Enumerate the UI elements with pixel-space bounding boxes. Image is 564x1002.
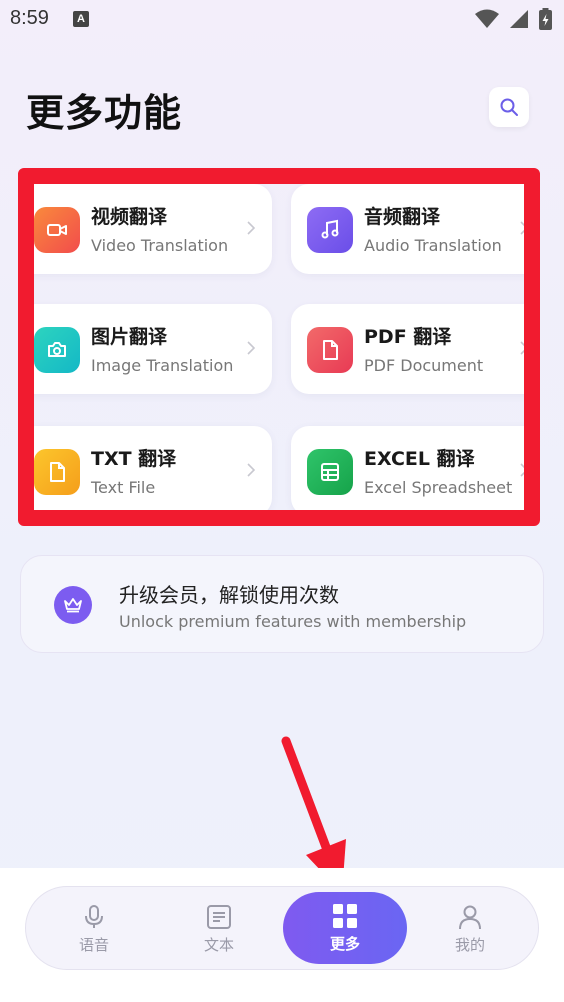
video-camera-icon <box>47 224 67 236</box>
microphone-icon <box>85 904 103 928</box>
feature-grid: 视频翻译 Video Translation 音频翻译 Audio Transl… <box>34 184 524 510</box>
music-note-icon <box>321 219 339 239</box>
nav-item-voice[interactable]: 语音 <box>44 887 144 971</box>
annotation-highlight-box: 视频翻译 Video Translation 音频翻译 Audio Transl… <box>18 168 540 526</box>
feature-icon-bg <box>34 449 80 495</box>
feature-icon-bg <box>34 207 80 253</box>
membership-subtitle: Unlock premium features with membership <box>119 612 467 631</box>
feature-card-image[interactable]: 图片翻译 Image Translation <box>34 304 272 394</box>
feature-subtitle: Audio Translation <box>364 236 502 255</box>
status-bar: 8:59 A <box>0 0 564 40</box>
status-notification-icon: A <box>73 11 89 27</box>
feature-title: TXT 翻译 <box>91 448 177 470</box>
profile-icon <box>459 905 481 929</box>
search-icon <box>500 98 518 116</box>
nav-label: 更多 <box>329 934 360 953</box>
feature-title: 视频翻译 <box>91 206 168 228</box>
page-title: 更多功能 <box>26 91 183 135</box>
membership-upgrade-card[interactable]: 升级会员，解锁使用次数 Unlock premium features with… <box>20 555 544 653</box>
feature-card-pdf[interactable]: PDF 翻译 PDF Document <box>291 304 524 394</box>
battery-icon <box>539 8 552 30</box>
feature-subtitle: Image Translation <box>91 356 234 375</box>
membership-icon-bg <box>54 586 92 624</box>
feature-icon-bg <box>34 327 80 373</box>
search-button[interactable] <box>489 87 529 127</box>
feature-card-txt[interactable]: TXT 翻译 Text File <box>34 426 272 510</box>
nav-item-more[interactable]: 更多 <box>283 892 407 964</box>
grid-icon <box>333 903 357 928</box>
status-time: 8:59 <box>10 7 49 29</box>
nav-label: 文本 <box>203 935 234 954</box>
nav-item-profile[interactable]: 我的 <box>420 887 520 971</box>
feature-title: PDF 翻译 <box>364 326 452 348</box>
feature-title: 图片翻译 <box>91 326 168 348</box>
feature-subtitle: Video Translation <box>91 236 229 255</box>
feature-card-video[interactable]: 视频翻译 Video Translation <box>34 184 272 274</box>
feature-icon-bg <box>307 207 353 253</box>
chevron-right-icon <box>247 463 256 477</box>
signal-icon <box>510 10 528 28</box>
status-icons <box>475 8 552 30</box>
feature-icon-bg <box>307 327 353 373</box>
text-document-icon <box>207 904 231 929</box>
feature-card-audio[interactable]: 音频翻译 Audio Translation <box>291 184 524 274</box>
feature-subtitle: Text File <box>91 478 156 497</box>
feature-title: 音频翻译 <box>364 206 441 228</box>
feature-subtitle: PDF Document <box>364 356 484 375</box>
camera-icon <box>48 342 66 357</box>
chevron-right-icon <box>247 341 256 355</box>
chevron-right-icon <box>520 221 524 235</box>
nav-item-text[interactable]: 文本 <box>169 887 269 971</box>
feature-icon-bg <box>307 449 353 495</box>
feature-subtitle: Excel Spreadsheet <box>364 478 513 497</box>
nav-label: 语音 <box>78 935 109 954</box>
feature-title: EXCEL 翻译 <box>364 448 475 470</box>
chevron-right-icon <box>520 463 524 477</box>
feature-card-excel[interactable]: EXCEL 翻译 Excel Spreadsheet <box>291 426 524 510</box>
wifi-icon <box>475 9 499 28</box>
bottom-nav: 语音 文本 更多 我的 <box>25 886 539 970</box>
chevron-right-icon <box>247 221 256 235</box>
crown-icon <box>64 598 82 613</box>
spreadsheet-icon <box>321 463 339 481</box>
pdf-file-icon <box>323 340 338 360</box>
chevron-right-icon <box>520 341 524 355</box>
membership-title: 升级会员，解锁使用次数 <box>119 583 339 607</box>
txt-file-icon <box>50 462 65 482</box>
nav-label: 我的 <box>454 935 485 954</box>
